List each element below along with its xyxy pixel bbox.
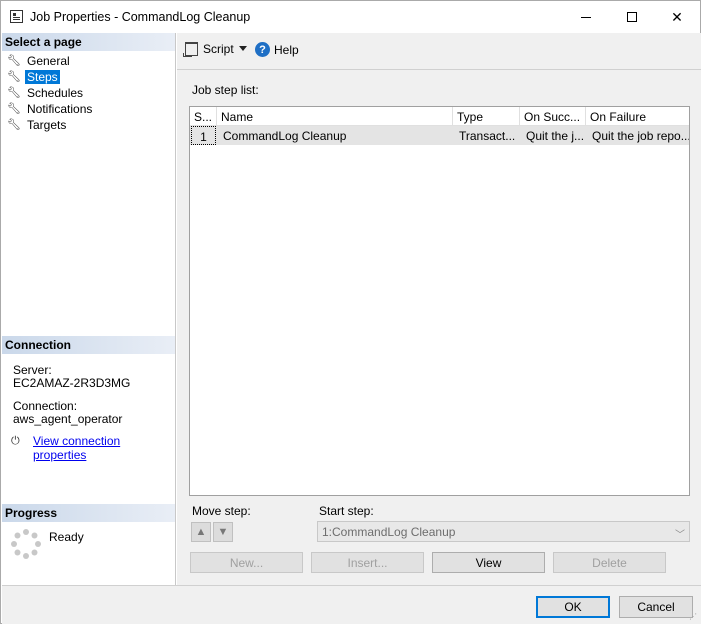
column-header-on-failure[interactable]: On Failure xyxy=(586,107,689,126)
close-icon: ✕ xyxy=(671,8,683,25)
cell-type[interactable]: Transact... xyxy=(455,126,520,145)
cancel-button[interactable]: Cancel xyxy=(619,596,693,618)
page-item-label: General xyxy=(27,53,70,68)
start-step-label: Start step: xyxy=(319,504,374,518)
move-down-button[interactable]: ▼ xyxy=(213,522,233,542)
help-label: Help xyxy=(274,42,299,57)
page-item-label: Steps xyxy=(25,69,60,84)
job-step-list-label: Job step list: xyxy=(192,83,259,97)
cell-on-success[interactable]: Quit the j... xyxy=(522,126,586,145)
left-panel: Select a page 🔧︎ General 🔧︎ Steps 🔧︎ Sch… xyxy=(2,33,176,585)
new-step-button[interactable]: New... xyxy=(190,552,303,573)
arrow-up-icon: ▲ xyxy=(195,526,207,538)
progress-status: Ready xyxy=(49,530,84,544)
minimize-button[interactable] xyxy=(563,1,609,33)
page-item-label: Targets xyxy=(27,117,67,132)
start-step-select[interactable]: 1:CommandLog Cleanup ﹀ xyxy=(317,521,690,542)
script-dropdown-icon[interactable] xyxy=(239,46,247,51)
plug-icon: ⏻ xyxy=(11,435,20,447)
select-page-header: Select a page xyxy=(2,33,175,51)
page-item-label: Notifications xyxy=(27,101,93,116)
connection-label: Connection: xyxy=(13,399,78,413)
wrench-icon: 🔧︎ xyxy=(7,86,21,99)
server-label: Server: xyxy=(13,363,52,377)
window-app-icon xyxy=(10,10,23,23)
progress-spinner-icon xyxy=(11,529,41,559)
wrench-icon: 🔧︎ xyxy=(7,70,21,83)
move-step-label: Move step: xyxy=(192,504,251,518)
minimize-icon xyxy=(581,16,591,18)
script-label: Script xyxy=(203,42,234,56)
start-step-value: 1:CommandLog Cleanup xyxy=(322,525,456,539)
dialog-button-bar: OK Cancel ⋰ xyxy=(2,585,701,624)
title-bar: Job Properties - CommandLog Cleanup ✕ xyxy=(1,1,700,33)
cell-name[interactable]: CommandLog Cleanup xyxy=(219,126,453,145)
page-item-general[interactable]: 🔧︎ General xyxy=(7,53,72,68)
connection-header: Connection xyxy=(2,336,175,354)
server-value: EC2AMAZ-2R3D3MG xyxy=(13,376,131,390)
page-item-targets[interactable]: 🔧︎ Targets xyxy=(7,117,68,132)
column-header-name[interactable]: Name xyxy=(217,107,453,126)
maximize-button[interactable] xyxy=(609,1,655,33)
column-header-step[interactable]: S... xyxy=(190,107,217,126)
column-header-type[interactable]: Type xyxy=(453,107,520,126)
connection-value: aws_agent_operator xyxy=(13,412,123,426)
arrow-down-icon: ▼ xyxy=(217,526,229,538)
wrench-icon: 🔧︎ xyxy=(7,102,21,115)
insert-step-button[interactable]: Insert... xyxy=(311,552,424,573)
chevron-down-icon: ﹀ xyxy=(675,530,685,541)
page-item-label: Schedules xyxy=(27,85,84,100)
column-header-on-success[interactable]: On Succ... xyxy=(520,107,586,126)
toolbar: Script ? Help xyxy=(177,33,701,69)
move-up-button[interactable]: ▲ xyxy=(191,522,211,542)
grid-header: S... Name Type On Succ... On Failure xyxy=(190,107,689,126)
cell-on-failure[interactable]: Quit the job repo... xyxy=(588,126,689,145)
view-connection-properties-link[interactable]: View connection properties xyxy=(33,434,175,462)
maximize-icon xyxy=(627,12,637,22)
page-item-steps[interactable]: 🔧︎ Steps xyxy=(7,69,60,84)
toolbar-separator xyxy=(177,69,701,70)
page-item-notifications[interactable]: 🔧︎ Notifications xyxy=(7,101,94,116)
ok-button[interactable]: OK xyxy=(536,596,610,618)
page-item-schedules[interactable]: 🔧︎ Schedules xyxy=(7,85,85,100)
job-properties-window: Job Properties - CommandLog Cleanup ✕ Se… xyxy=(0,0,701,624)
help-button[interactable]: ? Help xyxy=(255,42,299,57)
script-button[interactable]: Script xyxy=(183,42,234,57)
cell-step[interactable]: 1 xyxy=(191,126,216,145)
wrench-icon: 🔧︎ xyxy=(7,54,21,67)
help-icon: ? xyxy=(255,42,270,57)
window-title: Job Properties - CommandLog Cleanup xyxy=(30,10,251,24)
close-button[interactable]: ✕ xyxy=(654,1,700,33)
view-step-button[interactable]: View xyxy=(432,552,545,573)
resize-grip-icon[interactable]: ⋰ xyxy=(689,612,699,622)
right-panel: Script ? Help Job step list: S... Name T… xyxy=(177,33,701,585)
job-step-grid[interactable]: S... Name Type On Succ... On Failure 1 C… xyxy=(189,106,690,496)
delete-step-button[interactable]: Delete xyxy=(553,552,666,573)
progress-header: Progress xyxy=(2,504,175,522)
wrench-icon: 🔧︎ xyxy=(7,118,21,131)
script-icon xyxy=(183,42,198,57)
table-row[interactable]: 1 CommandLog Cleanup Transact... Quit th… xyxy=(190,126,689,145)
